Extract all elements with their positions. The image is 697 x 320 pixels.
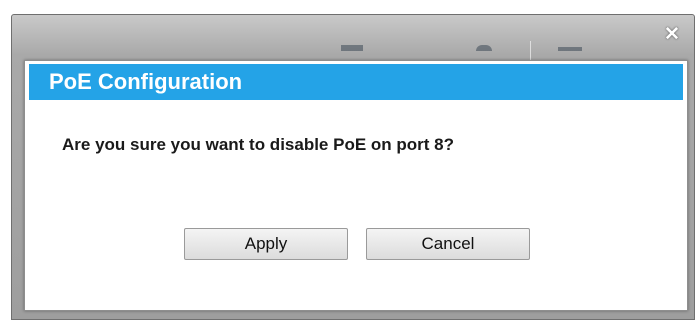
cancel-button[interactable]: Cancel	[366, 228, 530, 260]
background-icon	[476, 45, 492, 51]
close-icon[interactable]: ✕	[661, 24, 683, 46]
dialog-message: Are you sure you want to disable PoE on …	[62, 135, 454, 154]
apply-button[interactable]: Apply	[184, 228, 348, 260]
background-icon	[341, 45, 363, 51]
background-icon	[558, 47, 582, 51]
background-divider	[530, 41, 531, 61]
poe-confirm-dialog: PoE Configuration Are you sure you want …	[24, 60, 688, 311]
dialog-title: PoE Configuration	[49, 69, 243, 94]
dialog-header: PoE Configuration	[29, 64, 683, 100]
